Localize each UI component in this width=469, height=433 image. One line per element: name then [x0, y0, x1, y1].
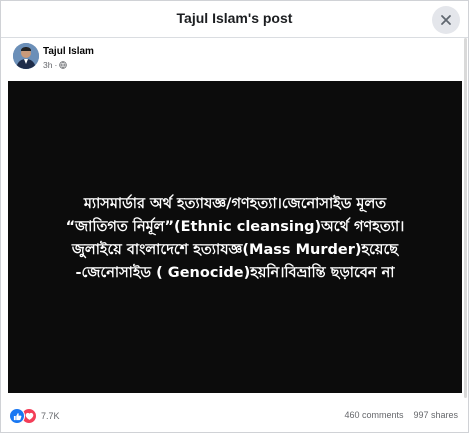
- reactions-summary[interactable]: 7.7K: [9, 408, 60, 424]
- modal-header: Tajul Islam's post: [1, 1, 468, 38]
- reaction-count: 7.7K: [41, 411, 60, 421]
- like-reaction-icon: [9, 408, 25, 424]
- post-text-line: জুলাইয়ে বাংলাদেশে হত্যাযজ্ঞ(Mass Murder…: [71, 242, 399, 258]
- close-icon: [441, 15, 451, 25]
- post-text-line: ম্যাসমার্ডার অর্থ হত্যাযজ্ঞ/গণহত্যা।জেনো…: [83, 196, 387, 212]
- close-button[interactable]: [432, 6, 460, 34]
- meta-separator: ·: [54, 60, 58, 70]
- globe-icon: [59, 61, 68, 69]
- post-stats: 460 comments 997 shares: [344, 410, 458, 420]
- post-image-text: ম্যাসমার্ডার অর্থ হত্যাযজ্ঞ/গণহত্যা।জেনো…: [18, 193, 452, 285]
- scrollbar[interactable]: [464, 38, 467, 398]
- post-meta: 3h ·: [43, 60, 68, 70]
- avatar-image: [13, 43, 39, 69]
- author-name[interactable]: Tajul Islam: [43, 46, 94, 57]
- shares-count[interactable]: 997 shares: [413, 410, 458, 420]
- modal-title: Tajul Islam's post: [176, 10, 293, 26]
- post-time[interactable]: 3h: [43, 60, 52, 70]
- post-image[interactable]: ম্যাসমার্ডার অর্থ হত্যাযজ্ঞ/গণহত্যা।জেনো…: [8, 81, 462, 393]
- post-modal: Tajul Islam's post Tajul Islam 3h · ম্যা…: [0, 0, 469, 433]
- post-text-line: -জেনোসাইড ( Genocide)হয়নি।বিভ্রান্তি ছড…: [75, 265, 395, 281]
- comments-count[interactable]: 460 comments: [344, 410, 403, 420]
- avatar[interactable]: [13, 43, 39, 69]
- post-text-line: “জাতিগত নির্মূল”(Ethnic cleansing)অর্থে …: [65, 219, 405, 235]
- post-footer: 7.7K 460 comments 997 shares: [1, 401, 468, 431]
